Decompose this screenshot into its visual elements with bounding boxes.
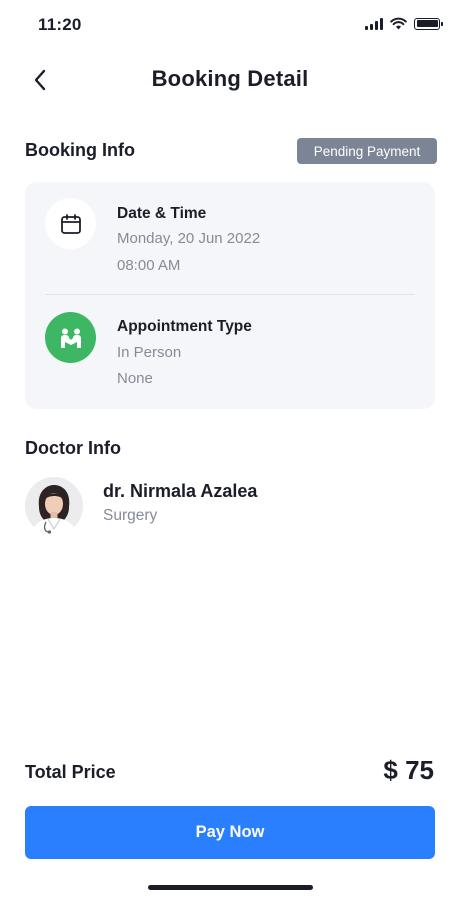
- status-icons: [365, 17, 443, 30]
- booking-detail-screen: 11:20 Booking Detail Booking Info Pendin…: [0, 0, 460, 900]
- doctor-info-heading: Doctor Info: [25, 438, 121, 458]
- date-time-label: Date & Time: [117, 205, 207, 222]
- battery-icon: [414, 17, 443, 30]
- booking-info-card: Date & Time Monday, 20 Jun 2022 08:00 AM…: [25, 182, 435, 409]
- doctor-specialty: Surgery: [103, 507, 158, 524]
- doctor-avatar[interactable]: [25, 477, 83, 535]
- total-price-label: Total Price: [25, 762, 116, 782]
- card-divider: [45, 294, 415, 295]
- doctor-name: dr. Nirmala Azalea: [103, 481, 258, 501]
- status-badge: Pending Payment: [297, 138, 437, 164]
- home-indicator: [148, 885, 313, 890]
- signal-icon: [365, 17, 383, 30]
- page-title: Booking Detail: [151, 66, 309, 91]
- appointment-note: None: [117, 370, 153, 387]
- booking-info-heading: Booking Info: [25, 140, 135, 160]
- appointment-type-value: In Person: [117, 344, 182, 361]
- total-price-value: $ 75: [383, 755, 434, 785]
- booking-date: Monday, 20 Jun 2022: [117, 230, 261, 247]
- appointment-type-label: Appointment Type: [117, 318, 252, 335]
- calendar-icon: [45, 198, 96, 249]
- status-time: 11:20: [38, 15, 82, 34]
- pay-now-button[interactable]: Pay Now: [25, 806, 435, 859]
- booking-time: 08:00 AM: [117, 257, 181, 274]
- handshake-icon: [45, 312, 96, 363]
- wifi-icon: [390, 17, 407, 30]
